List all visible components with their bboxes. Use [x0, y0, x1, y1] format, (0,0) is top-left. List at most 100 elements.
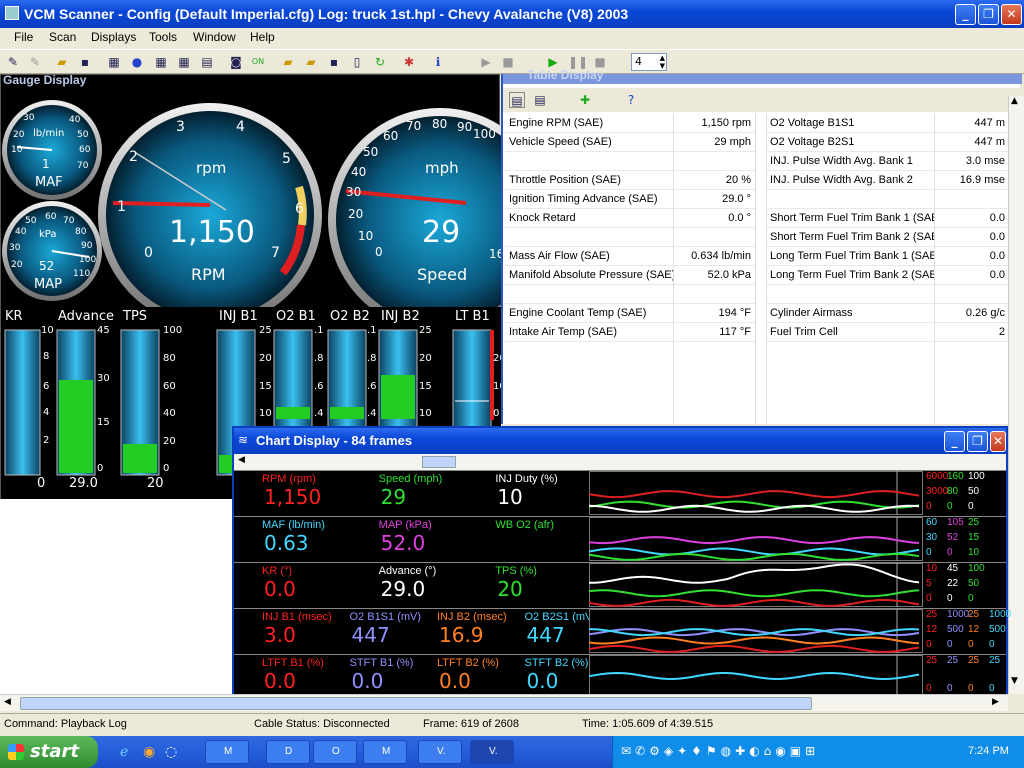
list-icon[interactable]: ▤	[199, 54, 215, 70]
status-time: Time: 1:05.609 of 4:39.515	[582, 718, 714, 730]
spinner-arrows-icon[interactable]: ▲ ▼	[660, 54, 665, 70]
chart-scale-tick: 25	[926, 609, 938, 620]
o2b1-bar-fill	[276, 407, 310, 419]
chart-scale-tick: 12	[926, 624, 938, 635]
taskbar-item-3[interactable]: O	[313, 740, 357, 764]
folder-open-icon[interactable]: ▰	[280, 54, 296, 70]
globe-icon[interactable]: ●	[129, 54, 145, 70]
chart-scale-tick: 25	[968, 609, 980, 620]
chart-channel-value: 29.0	[380, 577, 426, 601]
chart-channel-value: 0.63	[264, 531, 309, 555]
app-quicklaunch-icon[interactable]: ◌	[165, 744, 177, 760]
chart-scale-tick: 0	[947, 683, 953, 694]
table-param-name: Short Term Fuel Trim Bank 2 (SAE	[766, 228, 934, 247]
chart-scale-tick: 80	[947, 486, 959, 497]
hscroll-right-icon[interactable]: ▶	[992, 697, 999, 707]
chart-scale-tick: 0	[968, 501, 974, 512]
refresh-icon[interactable]: ↻	[372, 54, 388, 70]
taskbar-item-6[interactable]: V.	[470, 740, 514, 764]
chart-scroll-thumb[interactable]	[422, 456, 456, 468]
menu-bar: File Scan Displays Tools Window Help	[0, 28, 1024, 48]
taskbar-item-2[interactable]: D	[266, 740, 310, 764]
kr-bar-label: KR	[5, 309, 23, 324]
menu-tools[interactable]: Tools	[149, 30, 177, 44]
pen-icon[interactable]: ✎	[5, 54, 21, 70]
grid-icon[interactable]: ▦	[153, 54, 169, 70]
stop-disabled-icon[interactable]: ■	[500, 54, 516, 70]
table-icon[interactable]: ▦	[106, 54, 122, 70]
hscroll-left-icon[interactable]: ◀	[4, 697, 11, 707]
main-vertical-scrollbar[interactable]: ▲ ▼	[1008, 96, 1024, 694]
folder-icon[interactable]: ▰	[303, 54, 319, 70]
speed-unit: mph	[425, 159, 459, 177]
camera-icon[interactable]: ◙	[228, 54, 244, 70]
extra-tick-0: 0	[493, 408, 500, 419]
ie-quicklaunch-icon[interactable]: ℯ	[120, 744, 128, 760]
table-param-name: Mass Air Flow (SAE)	[505, 247, 673, 266]
hscroll-thumb[interactable]	[20, 697, 812, 710]
chart-channel-value: 0.0	[439, 669, 471, 693]
menu-help[interactable]: Help	[250, 30, 275, 44]
disk-icon[interactable]: ▪	[326, 54, 342, 70]
table-view2-icon[interactable]: ▤	[532, 92, 548, 108]
tps-tick-100: 100	[163, 325, 183, 336]
chart-channel-value: 3.0	[264, 623, 296, 647]
tps-tick-20: 20	[163, 436, 176, 447]
table-help-icon[interactable]: ?	[623, 92, 639, 108]
chart-channel-value: 447	[351, 623, 390, 647]
save-icon[interactable]: ▪	[77, 54, 93, 70]
taskbar-item-4[interactable]: M	[363, 740, 407, 764]
taskbar-item-5[interactable]: V.	[418, 740, 462, 764]
chart-channel-label: WB O2 (afr)	[495, 519, 554, 531]
pen-disabled-icon[interactable]: ✎	[27, 54, 43, 70]
chart-minimize-button[interactable]: _	[944, 431, 965, 452]
start-button[interactable]: start	[0, 736, 98, 768]
map-label: MAP	[34, 277, 62, 292]
chart-channel-value: 16.9	[439, 623, 484, 647]
speed-value: 29	[422, 215, 461, 250]
close-button[interactable]: ✕	[1001, 4, 1022, 25]
table-param-name: Manifold Absolute Pressure (SAE)	[505, 266, 673, 285]
doc-icon[interactable]: ▯	[349, 54, 365, 70]
chart-maximize-button[interactable]: ❐	[967, 431, 988, 452]
chart-close-button[interactable]: ✕	[990, 431, 1006, 452]
chart-hscrollbar[interactable]: ◀	[234, 454, 1006, 470]
rpm-unit: rpm	[196, 159, 227, 177]
speed-tick-90: 90	[457, 120, 473, 134]
maf-tick-30: 30	[23, 113, 35, 123]
table-refresh-icon[interactable]: ✚	[577, 92, 593, 108]
firefox-quicklaunch-icon[interactable]: ◉	[143, 744, 155, 760]
frame-step-spinner[interactable]: 4 ▲ ▼	[631, 53, 667, 71]
taskbar-item-1[interactable]: M	[205, 740, 249, 764]
flow-icon[interactable]: ✱	[401, 54, 417, 70]
scroll-down-icon[interactable]: ▼	[1011, 676, 1018, 686]
maximize-button[interactable]: ❐	[978, 4, 999, 25]
table-param-name	[505, 285, 673, 304]
onoff-icon[interactable]: ON	[250, 54, 266, 70]
map-tick-60: 60	[45, 212, 57, 222]
grid2-icon[interactable]: ▦	[176, 54, 192, 70]
ltb1-tick-10: 10	[419, 408, 432, 419]
chart-window-title: Chart Display - 84 frames	[256, 433, 413, 448]
table-param-value: 20 %	[673, 171, 755, 190]
tray-icons[interactable]: ✉✆⚙◈✦♦⚑◍✚◐⌂◉▣⊞	[621, 744, 819, 758]
menu-scan[interactable]: Scan	[49, 30, 76, 44]
chart-plot-area	[589, 517, 923, 561]
scroll-up-icon[interactable]: ▲	[1011, 96, 1018, 106]
table-view-icon[interactable]: ▤	[509, 92, 525, 108]
open-folder-icon[interactable]: ▰	[54, 54, 70, 70]
kr-bar	[4, 329, 41, 476]
table-column-divider	[934, 114, 935, 424]
menu-window[interactable]: Window	[193, 30, 236, 44]
main-horizontal-scrollbar[interactable]: ◀ ▶	[0, 694, 1008, 711]
info-icon[interactable]: ℹ	[430, 54, 446, 70]
chart-scroll-left-icon[interactable]: ◀	[238, 455, 245, 465]
minimize-button[interactable]: _	[955, 4, 976, 25]
menu-file[interactable]: File	[14, 30, 33, 44]
chart-scale-tick: 25	[926, 655, 938, 666]
play-disabled-icon[interactable]: ▶	[478, 54, 494, 70]
menu-displays[interactable]: Displays	[91, 30, 136, 44]
table-param-value: 0.0 °	[673, 209, 755, 228]
table-param-value: 0.0	[934, 247, 1009, 266]
clock[interactable]: 7:24 PM	[968, 745, 1009, 757]
